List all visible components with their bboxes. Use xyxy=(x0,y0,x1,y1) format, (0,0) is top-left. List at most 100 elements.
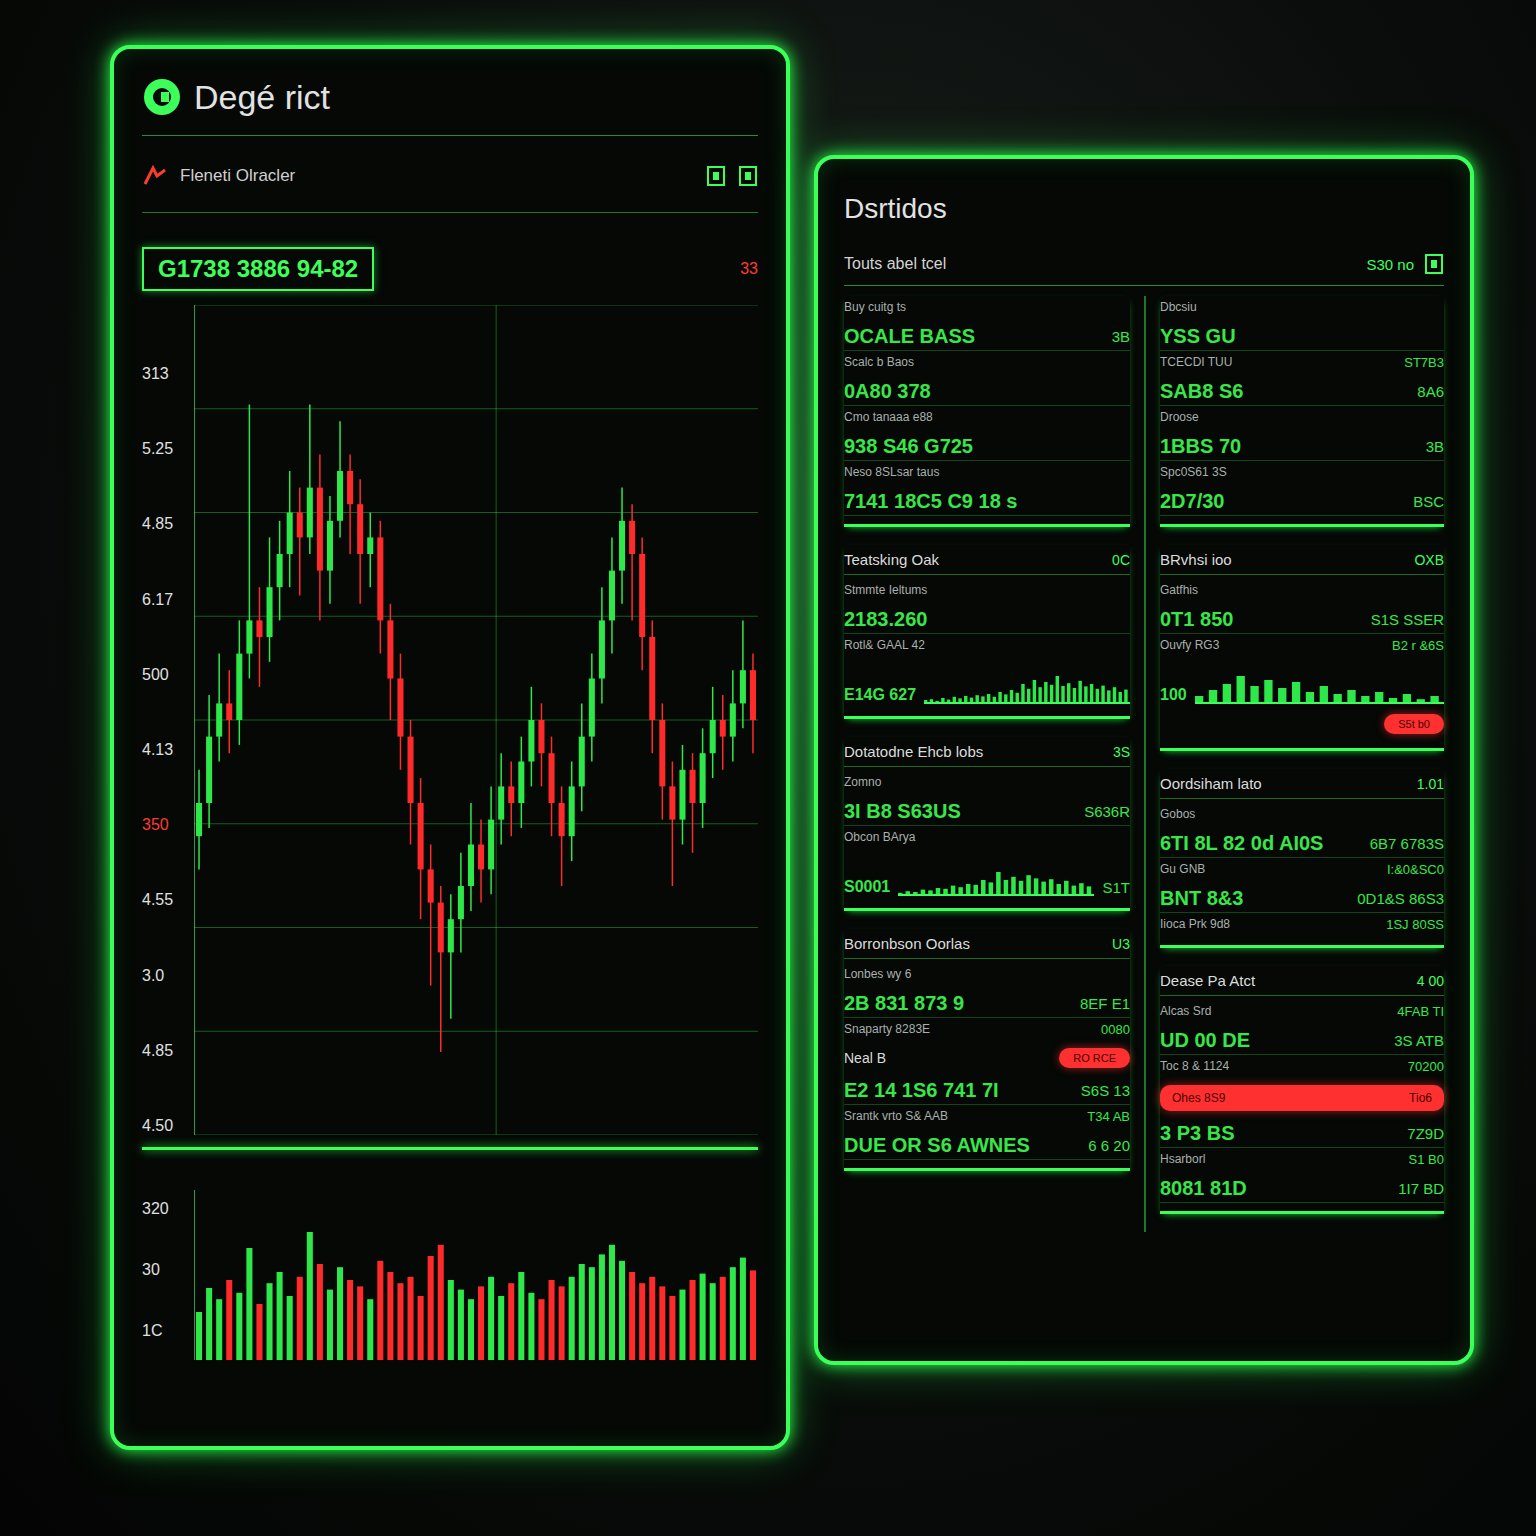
row-value: 7141 18C5 C9 18 s xyxy=(844,490,1017,513)
row-label: Zomno xyxy=(844,775,881,789)
volume-bar xyxy=(226,1280,232,1360)
row-right: S1 B0 xyxy=(1409,1152,1444,1167)
row-value: OCALE BASS xyxy=(844,325,975,348)
spark-bar xyxy=(1107,690,1110,704)
candle xyxy=(528,687,534,787)
data-row: Alcas Srd 4FAB TI xyxy=(1160,1000,1444,1024)
candle xyxy=(327,496,333,604)
volume-bar xyxy=(357,1286,363,1360)
data-row: Obcon BArya xyxy=(844,826,1130,850)
spark-bar xyxy=(1209,690,1217,704)
row-right: T34 AB xyxy=(1087,1109,1130,1124)
volume-bar xyxy=(377,1261,383,1360)
row-value: 2D7/30 xyxy=(1160,490,1225,513)
settings-icon xyxy=(1424,253,1444,275)
row-value: S0001 xyxy=(844,878,890,896)
row-value: BNT 8&3 xyxy=(1160,887,1243,910)
section-value: 3S xyxy=(1113,744,1130,760)
candle xyxy=(357,479,363,604)
spark-bar xyxy=(1019,881,1024,896)
spark-bar xyxy=(1064,881,1069,896)
row-label: Alcas Srd xyxy=(1160,1004,1211,1018)
data-row: Neal B RO RCE xyxy=(844,1042,1130,1074)
candle xyxy=(589,654,595,762)
expand-icon xyxy=(738,165,758,187)
row-right: 8A6 xyxy=(1417,383,1444,400)
section-title: Oordsiham lato xyxy=(1160,775,1262,792)
section-title: BRvhsi ioo xyxy=(1160,551,1232,568)
action-pill[interactable]: S5t b0 xyxy=(1384,714,1444,734)
volume-bar xyxy=(387,1272,393,1360)
data-row: UD 00 DE3S ATB xyxy=(1160,1024,1444,1055)
volume-bar xyxy=(216,1299,222,1360)
logo-icon xyxy=(142,77,182,117)
row-right: I:&0&SC0 xyxy=(1387,862,1444,877)
ticker-icon xyxy=(142,164,168,188)
panel-columns: Buy cuitg tsOCALE BASS3BScalc b Baos0A80… xyxy=(844,296,1444,1232)
candle xyxy=(710,687,716,778)
spark-bar xyxy=(1050,685,1053,704)
row-label: Neal B xyxy=(844,1050,886,1066)
panel-section: DbcsiuYSS GUTCECDI TUUST7B3SAB8 S68A6Dro… xyxy=(1160,296,1444,527)
candle xyxy=(669,762,675,887)
section-header: Oordsiham lato 1.01 xyxy=(1160,769,1444,799)
row-label: Neso 8SLsar taus xyxy=(844,465,939,479)
data-row: 7141 18C5 C9 18 s xyxy=(844,485,1130,516)
volume-bar xyxy=(569,1277,575,1360)
data-row: Droose xyxy=(1160,406,1444,430)
volume-bar xyxy=(609,1245,615,1360)
panel-title: Dsrtidos xyxy=(844,193,1444,253)
row-label: Gobos xyxy=(1160,807,1195,821)
volume-bar xyxy=(458,1290,464,1360)
row-right: 70200 xyxy=(1408,1059,1444,1074)
panel-title: Degé rict xyxy=(194,78,330,117)
data-row: Gu GNBI:&0&SC0 xyxy=(1160,858,1444,882)
row-label: TCECDI TUU xyxy=(1160,355,1232,369)
row-label: Lonbes wy 6 xyxy=(844,967,911,981)
section-value: 1.01 xyxy=(1417,776,1444,792)
candle xyxy=(337,421,343,537)
section-value: OXB xyxy=(1414,552,1444,568)
candlestick-chart xyxy=(194,305,758,1135)
data-row: Snaparty 8283E0080 xyxy=(844,1018,1130,1042)
row-right: 4FAB TI xyxy=(1397,1004,1444,1019)
section-value: 0C xyxy=(1112,552,1130,568)
data-row: Srantk vrto S& AABT34 AB xyxy=(844,1105,1130,1129)
row-right: 1I7 BD xyxy=(1398,1180,1444,1197)
row-right: 8EF E1 xyxy=(1080,995,1130,1012)
volume-bar xyxy=(599,1254,605,1360)
candle xyxy=(256,587,262,687)
volume-bar xyxy=(629,1272,635,1360)
row-label: Gatfhis xyxy=(1160,583,1198,597)
candle xyxy=(619,488,625,604)
volume-bar xyxy=(549,1280,555,1360)
volume-bar xyxy=(287,1296,293,1360)
action-pill[interactable]: RO RCE xyxy=(1059,1048,1130,1068)
panel-section: Dease Pa Atct4 00Alcas Srd4FAB TIUD 00 D… xyxy=(1160,966,1444,1214)
panel-column: Buy cuitg tsOCALE BASS3BScalc b Baos0A80… xyxy=(844,296,1144,1232)
candle xyxy=(317,454,323,620)
spark-bar xyxy=(989,882,994,896)
candle xyxy=(458,853,464,953)
candle xyxy=(649,620,655,753)
data-row: 0T1 850S1S SSER xyxy=(1160,603,1444,634)
volume-bar xyxy=(518,1272,524,1360)
candle xyxy=(297,488,303,596)
panel-section: Teatsking Oak0CStmmte Ieltums2183.260Rot… xyxy=(844,545,1130,719)
header-value: S30 no xyxy=(1366,256,1414,273)
panel-header: Degé rict xyxy=(142,77,758,136)
data-row[interactable]: Ohes 8S9Tio6 xyxy=(1160,1085,1444,1111)
data-row: Ouvfy RG3B2 r &6S xyxy=(1160,634,1444,658)
price-display: G1738 3886 94-82 xyxy=(142,247,374,291)
data-panel: DsrtidosTouts abel tcelS30 noBuy cuitg t… xyxy=(814,155,1474,1365)
row-value: UD 00 DE xyxy=(1160,1029,1250,1052)
data-row: Gobos xyxy=(1160,803,1444,827)
volume-bar xyxy=(679,1290,685,1360)
candle xyxy=(599,587,605,703)
section-header: Borronbson OorlasU3 xyxy=(844,929,1130,959)
candle xyxy=(579,703,585,811)
row-right: 6B7 6783S xyxy=(1370,835,1444,852)
volume-chart xyxy=(194,1190,758,1360)
data-row: TCECDI TUUST7B3 xyxy=(1160,351,1444,375)
candle xyxy=(387,604,393,720)
